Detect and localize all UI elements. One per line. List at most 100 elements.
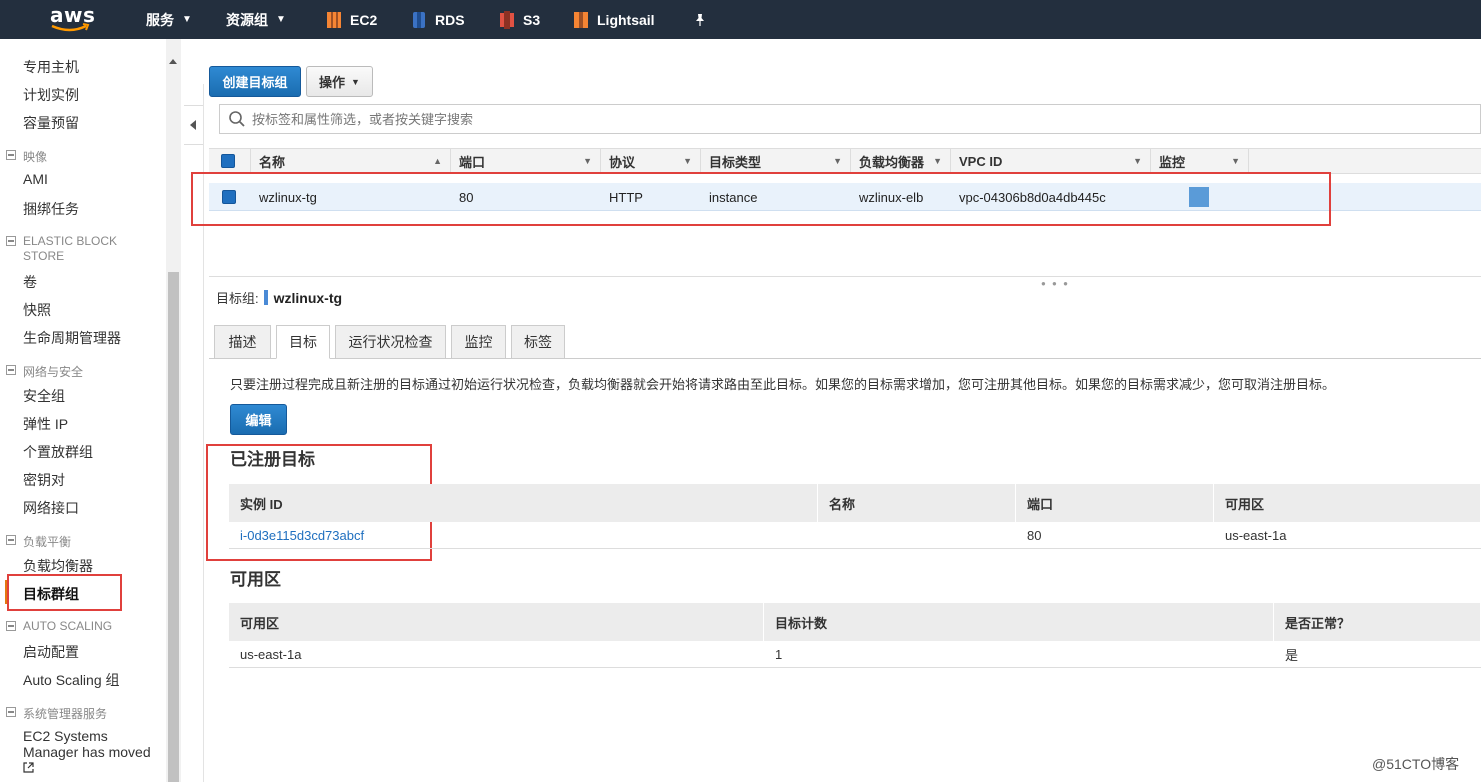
sidebar-collapse-button[interactable] [184,105,204,145]
tab-monitoring[interactable]: 监控 [451,325,506,359]
search-input[interactable] [252,111,1352,127]
table-row[interactable]: us-east-1a 1 是 [229,641,1481,668]
edit-button[interactable]: 编辑 [230,404,287,435]
table-row[interactable]: i-0d3e115d3cd73abcf 80 us-east-1a [229,522,1481,549]
column-label: 端口 [459,154,486,170]
chevron-down-icon: ▼ [351,76,360,87]
collapse-icon [6,707,16,717]
sidebar-item-snapshots[interactable]: 快照 [23,300,51,320]
sidebar-item-bundle-tasks[interactable]: 捆绑任务 [23,199,79,219]
highlight-box-table-row [191,172,1331,226]
sidebar-section-label: 映像 [23,150,48,164]
select-all-checkbox[interactable] [221,154,235,168]
sidebar-item-lifecycle-manager[interactable]: 生命周期管理器 [23,328,121,348]
external-link-icon [23,762,34,773]
sidebar-item-ssm-moved[interactable]: EC2 Systems Manager has moved [23,728,151,776]
column-header-monitoring[interactable]: 监控 ▼ [1151,149,1249,173]
table-header: 名称 ▲ 端口 ▼ 协议 ▼ 目标类型 ▼ 负载均衡器 ▼ VPC ID ▼ 监… [209,148,1481,174]
sidebar-section-label: 负载平衡 [23,535,72,549]
column-header-healthy[interactable]: 是否正常？ [1274,603,1481,641]
lightsail-icon [574,11,588,28]
sidebar-item-elastic-ip[interactable]: 弹性 IP [23,414,68,434]
sidebar-item-auto-scaling-groups[interactable]: Auto Scaling 组 [23,670,120,690]
column-header-availability-zone[interactable]: 可用区 [229,603,764,641]
column-header-availability-zone[interactable]: 可用区 [1214,484,1481,522]
sidebar-item-volumes[interactable]: 卷 [23,272,37,292]
sidebar-item-ami[interactable]: AMI [23,171,48,187]
cell-healthy: 是 [1285,648,1299,663]
s3-icon [500,10,514,29]
collapse-icon [6,621,16,631]
sidebar-section-images[interactable]: 映像 [6,148,47,165]
sidebar-item-load-balancers[interactable]: 负载均衡器 [23,556,93,576]
sidebar-item-network-interfaces[interactable]: 网络接口 [23,498,79,518]
column-header-protocol[interactable]: 协议 ▼ [601,149,701,173]
filter-search-bar[interactable] [219,104,1481,134]
instance-id-link[interactable]: i-0d3e115d3cd73abcf [229,522,364,549]
shortcut-lightsail[interactable]: Lightsail [573,0,655,39]
sidebar-item-launch-configurations[interactable]: 启动配置 [23,642,79,662]
tab-tags[interactable]: 标签 [511,325,565,359]
registered-targets-header: 实例 ID 名称 端口 可用区 [229,484,1481,522]
pane-splitter[interactable]: ● ● ● [209,276,1481,288]
tab-targets[interactable]: 目标 [276,325,330,359]
sort-icon: ▼ [933,156,942,166]
column-label: 监控 [1159,154,1186,170]
sort-icon: ▼ [1231,156,1240,166]
sidebar-scrollbar-thumb[interactable] [168,272,179,782]
column-label: 负载均衡器 [859,154,925,170]
sidebar-item-scheduled-instances[interactable]: 计划实例 [23,85,79,105]
sidebar-item-placement-groups[interactable]: 个置放群组 [23,442,93,462]
column-header-target-count[interactable]: 目标计数 [764,603,1274,641]
sidebar-section-systems-manager[interactable]: 系统管理器服务 [6,705,107,722]
detail-target-group-name: wzlinux-tg [273,289,343,306]
ssm-line2: Manager has moved [23,744,151,760]
actions-button[interactable]: 操作 ▼ [306,66,373,97]
tab-description[interactable]: 描述 [214,325,271,359]
sidebar-item-capacity-reservations[interactable]: 容量预留 [23,113,79,133]
column-header-name[interactable]: 名称 [818,484,1016,522]
resource-groups-menu[interactable]: 资源组 ▼ [226,0,286,39]
column-header-vpc-id[interactable]: VPC ID ▼ [951,149,1151,173]
select-all-cell[interactable] [209,149,251,173]
column-header-port[interactable]: 端口 ▼ [451,149,601,173]
cell-port: 80 [1027,528,1042,543]
sidebar-section-label: 网络与安全 [23,365,84,379]
scroll-up-arrow-icon[interactable] [169,59,177,64]
sort-icon: ▼ [1133,156,1142,166]
pin-button[interactable] [693,0,707,39]
sort-ascending-icon: ▲ [433,156,442,166]
sort-icon: ▼ [683,156,692,166]
create-target-group-button[interactable]: 创建目标组 [209,66,301,97]
shortcut-ec2[interactable]: EC2 [326,0,377,39]
column-header-name[interactable]: 名称 ▲ [251,149,451,173]
shortcut-s3[interactable]: S3 [499,0,540,39]
sidebar-scrollbar[interactable] [166,39,181,782]
sidebar-section-label: ELASTIC BLOCK STORE [23,234,118,263]
highlight-box-sidebar [7,574,122,611]
shortcut-rds[interactable]: RDS [411,0,465,39]
resource-groups-label: 资源组 [226,11,268,28]
chevron-down-icon: ▼ [276,14,286,25]
sidebar-section-load-balancing[interactable]: 负载平衡 [6,533,71,550]
column-header-instance-id[interactable]: 实例 ID [229,484,818,522]
sort-icon: ▼ [583,156,592,166]
tab-health-checks[interactable]: 运行状况检查 [335,325,446,359]
column-header-port[interactable]: 端口 [1016,484,1214,522]
ssm-line1: EC2 Systems [23,728,108,744]
sidebar-section-auto-scaling[interactable]: AUTO SCALING [6,619,112,633]
pin-icon [696,13,704,26]
column-header-target-type[interactable]: 目标类型 ▼ [701,149,851,173]
drag-handle-icon[interactable]: ● ● ● [1041,279,1070,288]
sidebar-section-network[interactable]: 网络与安全 [6,363,83,380]
services-menu[interactable]: 服务 ▼ [146,0,192,39]
sidebar-item-key-pairs[interactable]: 密钥对 [23,470,65,490]
detail-color-bar [263,290,268,305]
sidebar-section-label: 系统管理器服务 [23,707,108,721]
column-header-load-balancer[interactable]: 负载均衡器 ▼ [851,149,951,173]
aws-logo[interactable]: aws [50,5,95,35]
sidebar-item-security-groups[interactable]: 安全组 [23,386,65,406]
sidebar-section-ebs[interactable]: ELASTIC BLOCK STORE [6,234,133,264]
column-label: 名称 [259,154,286,170]
sidebar-item-dedicated-hosts[interactable]: 专用主机 [23,57,79,77]
